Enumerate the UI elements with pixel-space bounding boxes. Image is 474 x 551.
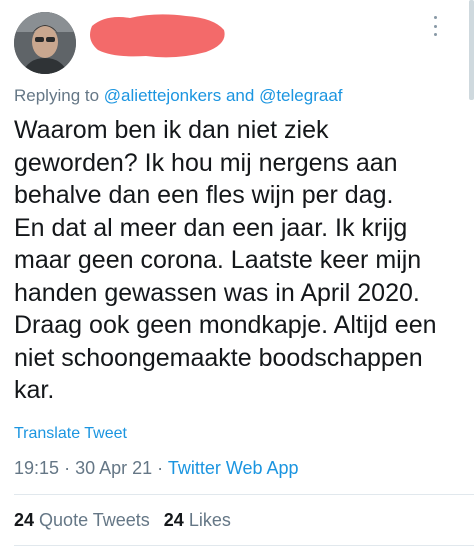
- likes-count: 24: [163, 510, 184, 530]
- likes-stat[interactable]: 24 Likes: [164, 510, 231, 534]
- redacted-username: [86, 10, 230, 62]
- tweet-date[interactable]: 30 Apr 21: [75, 458, 152, 478]
- tweet-meta: 19:15 · 30 Apr 21 · Twitter Web App: [14, 458, 299, 480]
- quote-tweets-stat[interactable]: 24 Quote Tweets: [14, 510, 150, 534]
- more-vertical-icon[interactable]: [430, 16, 440, 36]
- tweet-text: Waarom ben ik dan niet ziek geworden? Ik…: [14, 116, 437, 404]
- tweet-time[interactable]: 19:15: [14, 458, 59, 478]
- reply-mention-2[interactable]: @telegraaf: [259, 86, 342, 105]
- tweet-source[interactable]: Twitter Web App: [168, 458, 299, 478]
- quote-tweets-label: Quote Tweets: [39, 510, 150, 530]
- divider: [14, 494, 474, 495]
- quote-tweets-count: 24: [14, 510, 35, 530]
- reply-joiner: and: [225, 86, 255, 105]
- tweet-header: [0, 0, 474, 80]
- translate-tweet-link[interactable]: Translate Tweet: [14, 425, 127, 443]
- scrollbar[interactable]: [469, 0, 474, 100]
- divider: [14, 545, 474, 546]
- tweet-stats: 24 Quote Tweets 24 Likes: [14, 510, 231, 534]
- replying-to: Replying to @aliettejonkers and @telegra…: [14, 86, 454, 108]
- avatar[interactable]: [14, 12, 76, 74]
- meta-separator: ·: [157, 458, 164, 478]
- replying-prefix: Replying to: [14, 86, 100, 105]
- reply-mention-1[interactable]: @aliettejonkers: [104, 86, 221, 105]
- meta-separator: ·: [64, 458, 71, 478]
- likes-label: Likes: [188, 510, 231, 530]
